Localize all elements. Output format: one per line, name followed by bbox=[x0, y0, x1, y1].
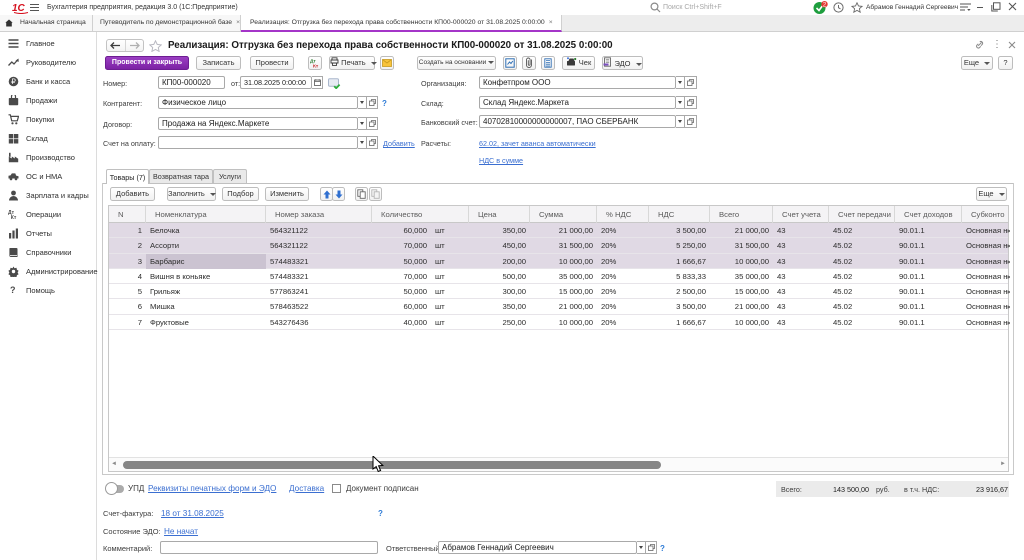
svg-text:Кт: Кт bbox=[11, 215, 17, 220]
svg-text:1С: 1С bbox=[12, 3, 26, 14]
svg-text:Кт: Кт bbox=[313, 64, 319, 69]
svg-text:₽: ₽ bbox=[11, 77, 16, 86]
